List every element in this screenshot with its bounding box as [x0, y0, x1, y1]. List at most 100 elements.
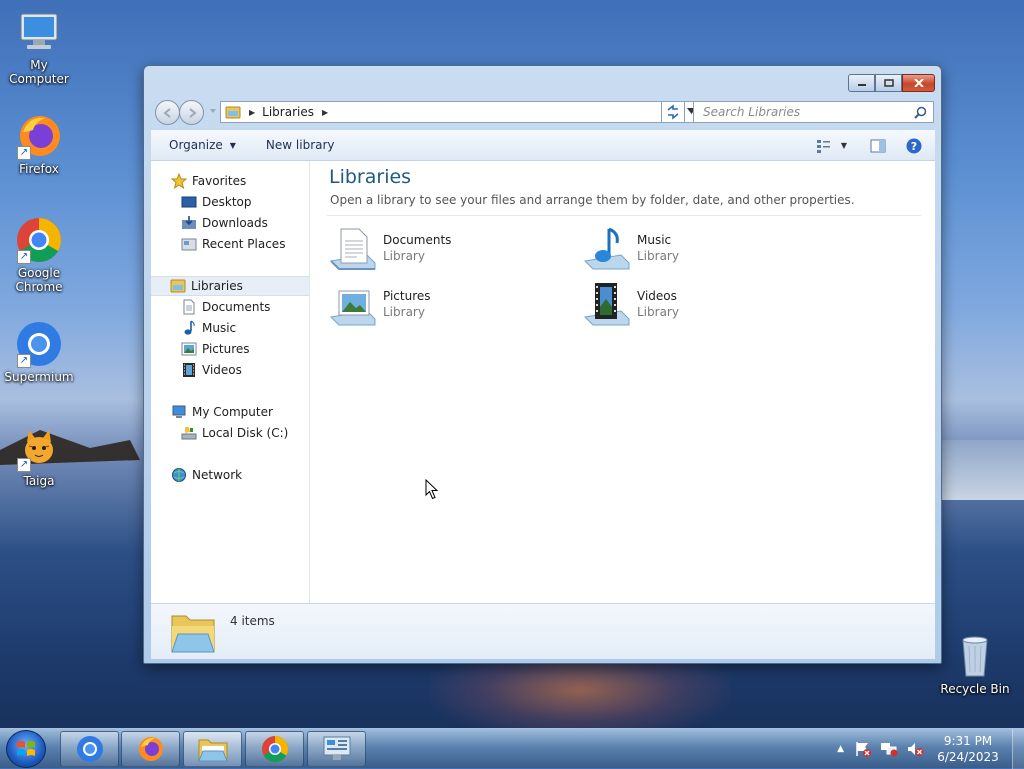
command-bar: Organize ▼ New library ▼ ? — [151, 130, 935, 161]
nav-recent-places[interactable]: Recent Places — [151, 234, 309, 254]
search-input[interactable] — [701, 104, 911, 120]
breadcrumb-separator-icon[interactable]: ▶ — [322, 108, 328, 117]
recent-pages-dropdown-icon[interactable] — [209, 107, 217, 115]
library-name: Pictures — [383, 289, 431, 303]
divider — [327, 215, 921, 216]
library-name: Music — [637, 233, 672, 247]
supermium-icon: ↗ — [15, 320, 63, 368]
taskbar-chrome[interactable] — [245, 731, 304, 767]
recent-places-icon — [181, 236, 197, 252]
nav-favorites[interactable]: Favorites — [151, 171, 309, 191]
maximize-button[interactable] — [875, 74, 902, 92]
nav-libraries[interactable]: Libraries — [151, 276, 309, 296]
nav-my-computer-label: My Computer — [192, 405, 273, 419]
nav-my-computer[interactable]: My Computer — [151, 402, 309, 422]
clock-date: 6/24/2023 — [937, 750, 999, 764]
desktop-icon-label: Taiga — [23, 474, 55, 488]
close-icon — [913, 79, 924, 87]
action-center-flag-icon[interactable] — [854, 741, 872, 757]
nav-videos-label: Videos — [202, 363, 242, 377]
nav-music[interactable]: Music — [151, 318, 309, 338]
desktop-icon-label: My Computer — [9, 58, 69, 86]
organize-label: Organize — [169, 138, 223, 152]
nav-local-disk[interactable]: Local Disk (C:) — [151, 423, 309, 443]
nav-network[interactable]: Network — [151, 465, 309, 485]
search-box[interactable] — [693, 101, 934, 123]
desktop-icon-label: Google Chrome — [15, 266, 63, 294]
maximize-icon — [883, 79, 894, 87]
nav-desktop-label: Desktop — [202, 195, 252, 209]
page-description: Open a library to see your files and arr… — [330, 193, 855, 207]
desktop-icon-supermium[interactable]: ↗ Supermium — [0, 320, 79, 384]
start-button[interactable] — [6, 730, 46, 768]
network-globe-icon — [171, 467, 187, 483]
video-film-icon — [181, 362, 197, 378]
nav-desktop[interactable]: Desktop — [151, 192, 309, 212]
view-controls: ▼ ? — [811, 130, 935, 161]
show-hidden-icons-button[interactable]: ▲ — [837, 744, 844, 754]
explorer-window[interactable]: ▶ Libraries ▶ Organize ▼ New library — [143, 65, 942, 664]
taskbar-control-panel[interactable] — [307, 731, 366, 767]
breadcrumb-libraries[interactable]: Libraries — [262, 105, 314, 119]
nav-downloads[interactable]: Downloads — [151, 213, 309, 233]
supermium-icon — [76, 736, 103, 762]
volume-muted-icon[interactable] — [906, 741, 924, 757]
close-button[interactable] — [902, 74, 935, 92]
show-desktop-button[interactable] — [1012, 729, 1024, 769]
library-type: Library — [383, 249, 425, 263]
desktop-icon-taiga[interactable]: ↗ Taiga — [0, 424, 79, 488]
desktop-icon-firefox[interactable]: ↗ Firefox — [0, 112, 79, 176]
pictures-icon — [181, 341, 197, 357]
desktop-icon — [181, 194, 197, 210]
forward-button[interactable] — [179, 100, 204, 125]
nav-local-disk-label: Local Disk (C:) — [202, 426, 289, 440]
nav-pictures[interactable]: Pictures — [151, 339, 309, 359]
minimize-icon — [857, 84, 866, 86]
help-icon: ? — [906, 138, 922, 153]
music-library-icon — [583, 227, 630, 270]
documents-icon — [181, 299, 197, 315]
library-type: Library — [383, 305, 425, 319]
svg-text:?: ? — [911, 140, 917, 153]
shortcut-arrow-icon: ↗ — [17, 458, 31, 472]
organize-button[interactable]: Organize ▼ — [151, 138, 247, 152]
library-videos[interactable]: Videos Library — [583, 281, 803, 331]
taskbar-explorer[interactable] — [183, 731, 242, 767]
back-button[interactable] — [155, 100, 180, 125]
library-documents[interactable]: Documents Library — [329, 225, 549, 275]
documents-library-icon — [329, 228, 376, 270]
desktop-icon-recycle-bin[interactable]: Recycle Bin — [935, 632, 1015, 696]
shortcut-arrow-icon: ↗ — [17, 250, 31, 264]
taskbar-firefox[interactable] — [121, 731, 180, 767]
taskbar-supermium[interactable] — [60, 731, 119, 767]
refresh-button[interactable] — [661, 101, 685, 123]
desktop-icon-my-computer[interactable]: My Computer — [0, 8, 79, 86]
new-library-label: New library — [265, 138, 335, 152]
clock[interactable]: 9:31 PM 6/24/2023 — [932, 733, 1004, 765]
new-library-button[interactable]: New library — [247, 138, 346, 152]
view-menu-button[interactable]: ▼ — [837, 134, 851, 158]
libraries-folder-icon — [171, 615, 215, 653]
star-icon — [171, 173, 187, 189]
hard-drive-icon — [181, 425, 197, 441]
chevron-down-icon: ▼ — [229, 140, 236, 150]
address-bar[interactable]: ▶ Libraries ▶ — [220, 101, 700, 123]
nav-libraries-label: Libraries — [191, 279, 243, 293]
navigation-pane: Favorites Desktop Downloads Recent Place… — [151, 161, 310, 603]
forward-arrow-icon — [189, 108, 197, 118]
change-view-button[interactable] — [811, 134, 837, 158]
help-button[interactable]: ? — [901, 134, 927, 158]
library-name: Documents — [383, 233, 452, 247]
details-pane: 4 items — [151, 603, 935, 659]
preview-pane-button[interactable] — [865, 134, 891, 158]
search-icon[interactable] — [914, 106, 927, 119]
desktop-icon-google-chrome[interactable]: ↗ Google Chrome — [0, 216, 79, 294]
pictures-library-icon — [329, 290, 376, 326]
explorer-icon — [197, 739, 228, 762]
nav-documents[interactable]: Documents — [151, 297, 309, 317]
minimize-button[interactable] — [848, 74, 875, 92]
library-music[interactable]: Music Library — [583, 225, 803, 275]
library-pictures[interactable]: Pictures Library — [329, 281, 549, 331]
network-status-icon[interactable] — [880, 741, 898, 757]
nav-videos[interactable]: Videos — [151, 360, 309, 380]
